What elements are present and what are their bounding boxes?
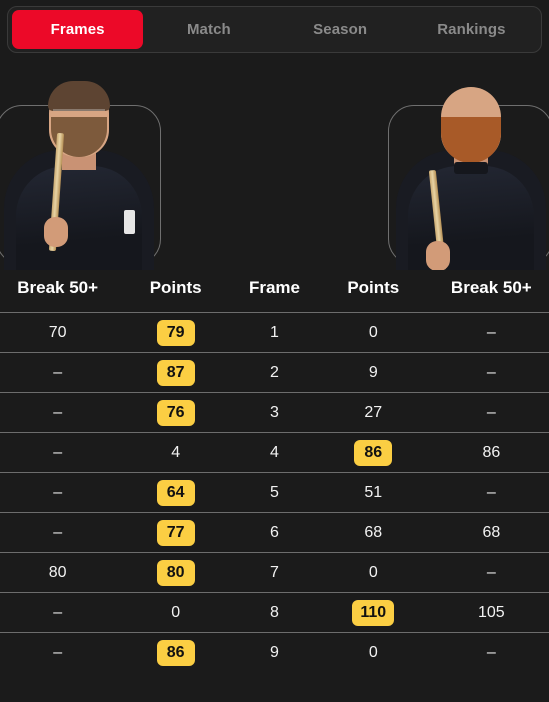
tab-bar-container: Frames Match Season Rankings	[0, 0, 549, 53]
hair-shape	[47, 81, 110, 111]
tab-frames[interactable]: Frames	[12, 10, 144, 49]
frame-number-cell: 9	[236, 632, 313, 673]
break-badge: 86	[354, 439, 393, 466]
column-header-3: Points	[347, 278, 400, 297]
column-header-4: Break 50+	[450, 278, 532, 297]
right-break-cell: 68	[433, 512, 549, 553]
column-header-0: Break 50+	[17, 278, 99, 297]
left-break-cell: –	[0, 512, 116, 553]
table-row[interactable]: –77 6 68 68	[0, 512, 549, 553]
left-points-cell: 79	[115, 312, 237, 353]
player-right-photo	[388, 65, 549, 270]
table-row[interactable]: –64 5 51–	[0, 472, 549, 513]
break-badge: 76	[156, 399, 195, 426]
left-break-cell: –	[0, 432, 116, 473]
left-points-cell: 80	[115, 552, 237, 593]
right-break-cell: –	[433, 472, 549, 513]
table-body: 70 79 1 0– –87 2 9– –76 3 27– –4 4 86 86–64 5 51– –77 6 68…	[0, 312, 549, 673]
left-points-cell: 77	[115, 512, 237, 553]
left-points-cell: 76	[115, 392, 237, 433]
frame-number-cell: 2	[236, 352, 313, 393]
glasses-icon	[52, 109, 105, 121]
right-points-cell: 27	[312, 392, 434, 433]
left-points-cell: 87	[115, 352, 237, 393]
break-badge: 64	[156, 479, 195, 506]
frame-number-cell: 8	[236, 592, 313, 633]
frame-number-cell: 3	[236, 392, 313, 433]
left-break-cell: 80	[0, 552, 116, 593]
right-break-cell: –	[433, 352, 549, 393]
table-row[interactable]: 80 80 7 0–	[0, 552, 549, 593]
break-badge: 110	[352, 599, 395, 626]
left-points-cell: 64	[115, 472, 237, 513]
frame-number-cell: 7	[236, 552, 313, 593]
tab-rankings[interactable]: Rankings	[406, 10, 537, 49]
right-points-cell: 86	[312, 432, 434, 473]
table-row[interactable]: –87 2 9–	[0, 352, 549, 393]
table-row[interactable]: –86 9 0–	[0, 632, 549, 673]
left-points-cell: 0	[115, 592, 237, 633]
shirt-shape	[15, 166, 142, 270]
left-break-cell: –	[0, 392, 116, 433]
left-break-cell: –	[0, 592, 116, 633]
right-points-cell: 9	[312, 352, 434, 393]
tab-season[interactable]: Season	[275, 10, 406, 49]
left-points-cell: 86	[115, 632, 237, 673]
table-header-row: Break 50+ Points Frame Points Break 50+	[0, 270, 549, 313]
column-header-1: Points	[149, 278, 202, 297]
hand-shape	[44, 217, 68, 247]
sleeve-badge-icon	[124, 210, 135, 234]
break-badge: 80	[156, 559, 195, 586]
left-points-cell: 4	[115, 432, 237, 473]
table-row[interactable]: –4 4 86 86	[0, 432, 549, 473]
right-points-cell: 0	[312, 312, 434, 353]
player-right[interactable]	[388, 65, 549, 270]
tab-bar: Frames Match Season Rankings	[7, 6, 542, 53]
players-section	[0, 65, 549, 270]
bowtie-icon	[453, 162, 488, 174]
table-row[interactable]: –0 8 110 105	[0, 592, 549, 633]
tab-match[interactable]: Match	[143, 10, 274, 49]
frame-number-cell: 1	[236, 312, 313, 353]
right-points-cell: 110	[312, 592, 434, 633]
right-points-cell: 68	[312, 512, 434, 553]
frame-number-cell: 4	[236, 432, 313, 473]
column-header-2: Frame	[248, 278, 300, 297]
right-points-cell: 51	[312, 472, 434, 513]
frames-score-table: Break 50+ Points Frame Points Break 50+ 70 79…	[0, 270, 549, 673]
right-points-cell: 0	[312, 552, 434, 593]
left-break-cell: –	[0, 472, 116, 513]
right-break-cell: 105	[433, 592, 549, 633]
break-badge: 87	[156, 359, 195, 386]
table-row[interactable]: 70 79 1 0–	[0, 312, 549, 353]
break-badge: 79	[156, 319, 195, 346]
right-break-cell: –	[433, 632, 549, 673]
break-badge: 86	[156, 639, 195, 666]
frame-number-cell: 5	[236, 472, 313, 513]
right-break-cell: –	[433, 312, 549, 353]
right-break-cell: –	[433, 392, 549, 433]
table-row[interactable]: –76 3 27–	[0, 392, 549, 433]
break-badge: 77	[156, 519, 195, 546]
right-break-cell: –	[433, 552, 549, 593]
left-break-cell: –	[0, 632, 116, 673]
right-points-cell: 0	[312, 632, 434, 673]
player-left[interactable]	[0, 65, 161, 270]
left-break-cell: 70	[0, 312, 116, 353]
left-break-cell: –	[0, 352, 116, 393]
frame-number-cell: 6	[236, 512, 313, 553]
player-left-photo	[0, 65, 161, 270]
right-break-cell: 86	[433, 432, 549, 473]
hand-shape	[426, 241, 450, 270]
